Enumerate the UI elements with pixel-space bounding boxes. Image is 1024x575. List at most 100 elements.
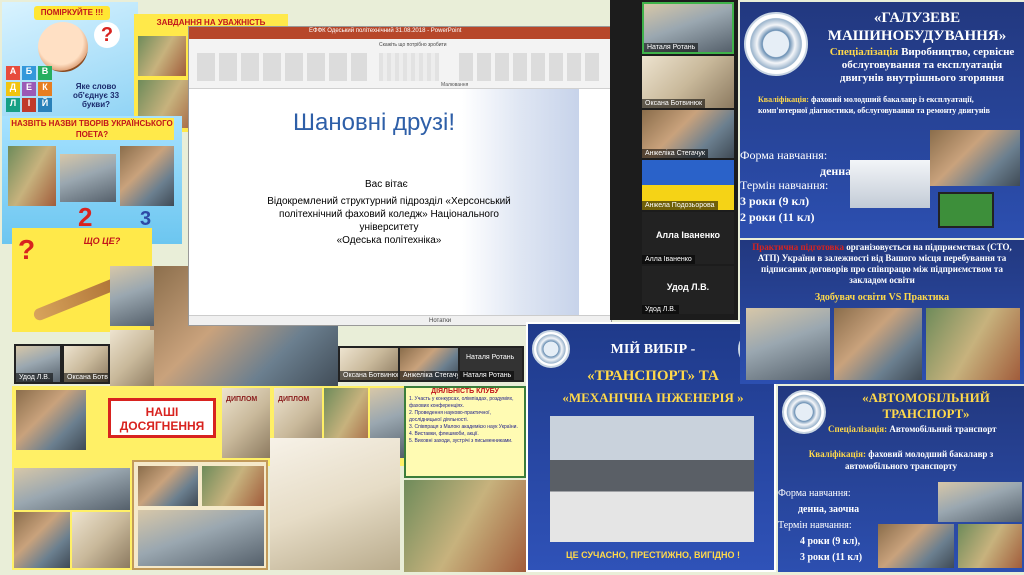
slide-mechanical: «ГАЛУЗЕВЕ МАШИНОБУДУВАННЯ» Спеціалізація… [740, 2, 1024, 238]
book-photo [138, 466, 198, 506]
participant-tile[interactable]: Анжеліка Стегачук [642, 110, 734, 158]
folk-photo [138, 36, 186, 76]
workshop-photo [926, 308, 1020, 380]
ribbon-buttons[interactable] [459, 53, 599, 81]
participant-name: Оксана Ботвинюк [642, 99, 706, 108]
qual-label: Кваліфікація: [758, 95, 809, 104]
participant-tile[interactable]: Алла Іваненко Алла Іваненко [642, 212, 734, 264]
participant-name: Удод Л.В. [642, 305, 679, 314]
body-line: університету [359, 222, 419, 233]
center-title: МІЙ ВИБІР - [610, 342, 696, 357]
car-lift-photo [938, 482, 1022, 522]
event-photo [404, 480, 526, 572]
term-label: Термін навчання: [778, 520, 852, 531]
tile-name: Оксана Ботвинюк [64, 373, 108, 382]
video-tile[interactable]: Анжеліка Стегачук [400, 348, 458, 380]
bottom-collage [12, 466, 132, 570]
teacher-photo [110, 266, 154, 326]
slide-practice: Практична підготовка організовується на … [740, 240, 1024, 384]
practice-label: Практична підготовка [752, 242, 844, 252]
club-item: 3. Співпраця з Малою академією наук Укра… [409, 424, 518, 430]
letter-block: Л [6, 98, 20, 112]
body-line: Відокремлений структурний підрозділ «Хер… [267, 196, 511, 207]
slide-canvas: Шановні друзі! Вас вітає Відокремлений с… [189, 89, 579, 315]
tile-name: Анжеліка Стегачук [400, 371, 458, 380]
letter-block: І [22, 98, 36, 112]
letter-block: Д [6, 82, 20, 96]
form-value: денна, заочна [798, 504, 860, 515]
participant-label: Алла Іваненко [655, 230, 721, 240]
cars-photo [550, 416, 754, 542]
ribbon-search[interactable]: Скажіть що потрібно зробити [379, 42, 447, 48]
qual-label: Кваліфікація: [808, 449, 867, 459]
student-photo [72, 512, 130, 568]
participant-name: Анжела Подозьорова [642, 201, 718, 210]
slide-club: ДІЯЛЬНІСТЬ КЛУБУ 1. Участь у конкурсах, … [404, 386, 526, 478]
ppt-titlebar: ЕФФК Одеський політехнічний 31.08.2018 -… [189, 27, 611, 39]
slide-my-choice: МІЙ ВИБІР - «ТРАНСПОРТ» ТА «МЕХАНІЧНА ІН… [526, 322, 776, 572]
participants-panel: Наталя Ротань Оксана Ботвинюк Анжеліка С… [610, 0, 738, 320]
diploma-label: ДИПЛОМ [278, 396, 310, 403]
participant-tile[interactable]: Удод Л.В. Удод Л.В. [642, 266, 734, 314]
practice-text: Практична підготовка організовується на … [746, 242, 1018, 286]
what-banner: ЩО ЦЕ? [83, 236, 121, 246]
poet-portrait [120, 146, 174, 206]
club-item: 5. Виховні заходи, зустрічі з письменник… [409, 438, 513, 444]
question-mark-icon: ? [94, 22, 120, 48]
puzzle-question: Яке слово об'єднує 33 букви? [72, 82, 120, 109]
center-title: «МЕХАНІЧНА ІНЖЕНЕРІЯ » [562, 390, 744, 405]
ppt-title: ЕФФК Одеський політехнічний 31.08.2018 -… [309, 28, 462, 34]
club-item: 4. Виставки, флешмоби, акції. [409, 431, 479, 437]
club-item: 2. Проведення науково-практичної, дослід… [409, 410, 491, 423]
slide-greeting: Вас вітає [365, 179, 408, 190]
emblem-icon [782, 390, 826, 434]
practice-motto: Здобувач освіти VS Практика [814, 292, 950, 303]
question-mark-icon: ? [18, 234, 36, 264]
achievement-title: НАШІ ДОСЯГНЕННЯ [108, 398, 216, 438]
video-strip: Удод Л.В. Оксана Ботвинюк [14, 344, 110, 384]
achievement-photo [16, 390, 86, 450]
participant-tile[interactable]: Оксана Ботвинюк [642, 56, 734, 108]
participant-tile[interactable]: Наталя Ротань [642, 2, 734, 54]
workshop-photo [746, 308, 830, 380]
participant-tile[interactable]: Анжела Подозьорова [642, 160, 734, 210]
center-title: «ТРАНСПОРТ» ТА [587, 368, 719, 384]
video-tile[interactable]: Оксана Ботвинюк [64, 346, 108, 382]
book-photo [138, 510, 264, 566]
powerpoint-window: ЕФФК Одеський політехнічний 31.08.2018 -… [188, 26, 612, 326]
video-tile[interactable]: Удод Л.В. [16, 346, 60, 382]
ppt-ribbon[interactable]: Скажіть що потрібно зробити Малювання [189, 39, 611, 89]
body-line: «Одеська політехніка» [336, 235, 442, 246]
tile-name: Наталя Ротань [466, 354, 515, 361]
poet-banner: НАЗВІТЬ НАЗВИ ТВОРІВ УКРАЇНСЬКОГО ПОЕТА? [10, 118, 174, 140]
poem-illustration [8, 146, 56, 206]
ribbon-buttons[interactable] [197, 53, 367, 81]
emblem-icon [744, 12, 808, 76]
spec-label: Спеціалізація [829, 46, 899, 58]
slide-automotive: «АВТОМОБІЛЬНИЙ ТРАНСПОРТ» Спеціалізація:… [778, 386, 1024, 572]
term-value: 4 роки (9 кл), [800, 536, 861, 547]
slide-body: Відокремлений структурний підрозділ «Хер… [229, 195, 549, 247]
participant-label: Удод Л.В. [666, 282, 710, 292]
slide-puzzle: ПОМІРКУЙТЕ !!! ? А Б В Д Е К Л І Й Яке с… [2, 2, 138, 120]
workshop-photo [834, 308, 922, 380]
diploma-label: ДИПЛОМ [226, 396, 258, 403]
mech-spec: Спеціалізація Виробництво, сервісне обсл… [824, 46, 1020, 85]
notes-button[interactable]: Нотатки [429, 318, 451, 324]
car-repair-photo [878, 524, 954, 568]
engine-photo [930, 130, 1020, 186]
auto-spec: Спеціалізація: Автомобільний транспорт [828, 424, 1024, 434]
video-tile[interactable]: Наталя Ротань Наталя Ротань [460, 348, 522, 380]
ribbon-shapes[interactable] [379, 53, 439, 81]
participant-name: Наталя Ротань [644, 43, 699, 52]
book-photo [202, 466, 264, 506]
ribbon-group-label: Малювання [441, 82, 469, 88]
tile-name: Наталя Ротань [460, 371, 515, 380]
auto-qual: Кваліфікація: фаховий молодший бакалавр … [782, 448, 1020, 472]
mech-qual: Кваліфікація: фаховий молодший бакалавр … [758, 94, 1020, 116]
auto-title: «АВТОМОБІЛЬНИЙ [862, 390, 990, 405]
club-item: 1. Участь у конкурсах, олімпіадах, розду… [409, 396, 514, 409]
body-line: політехнічний фаховий коледж» Національн… [279, 209, 499, 220]
letter-block: Б [22, 66, 36, 80]
video-tile[interactable]: Оксана Ботвинюк [340, 348, 398, 380]
